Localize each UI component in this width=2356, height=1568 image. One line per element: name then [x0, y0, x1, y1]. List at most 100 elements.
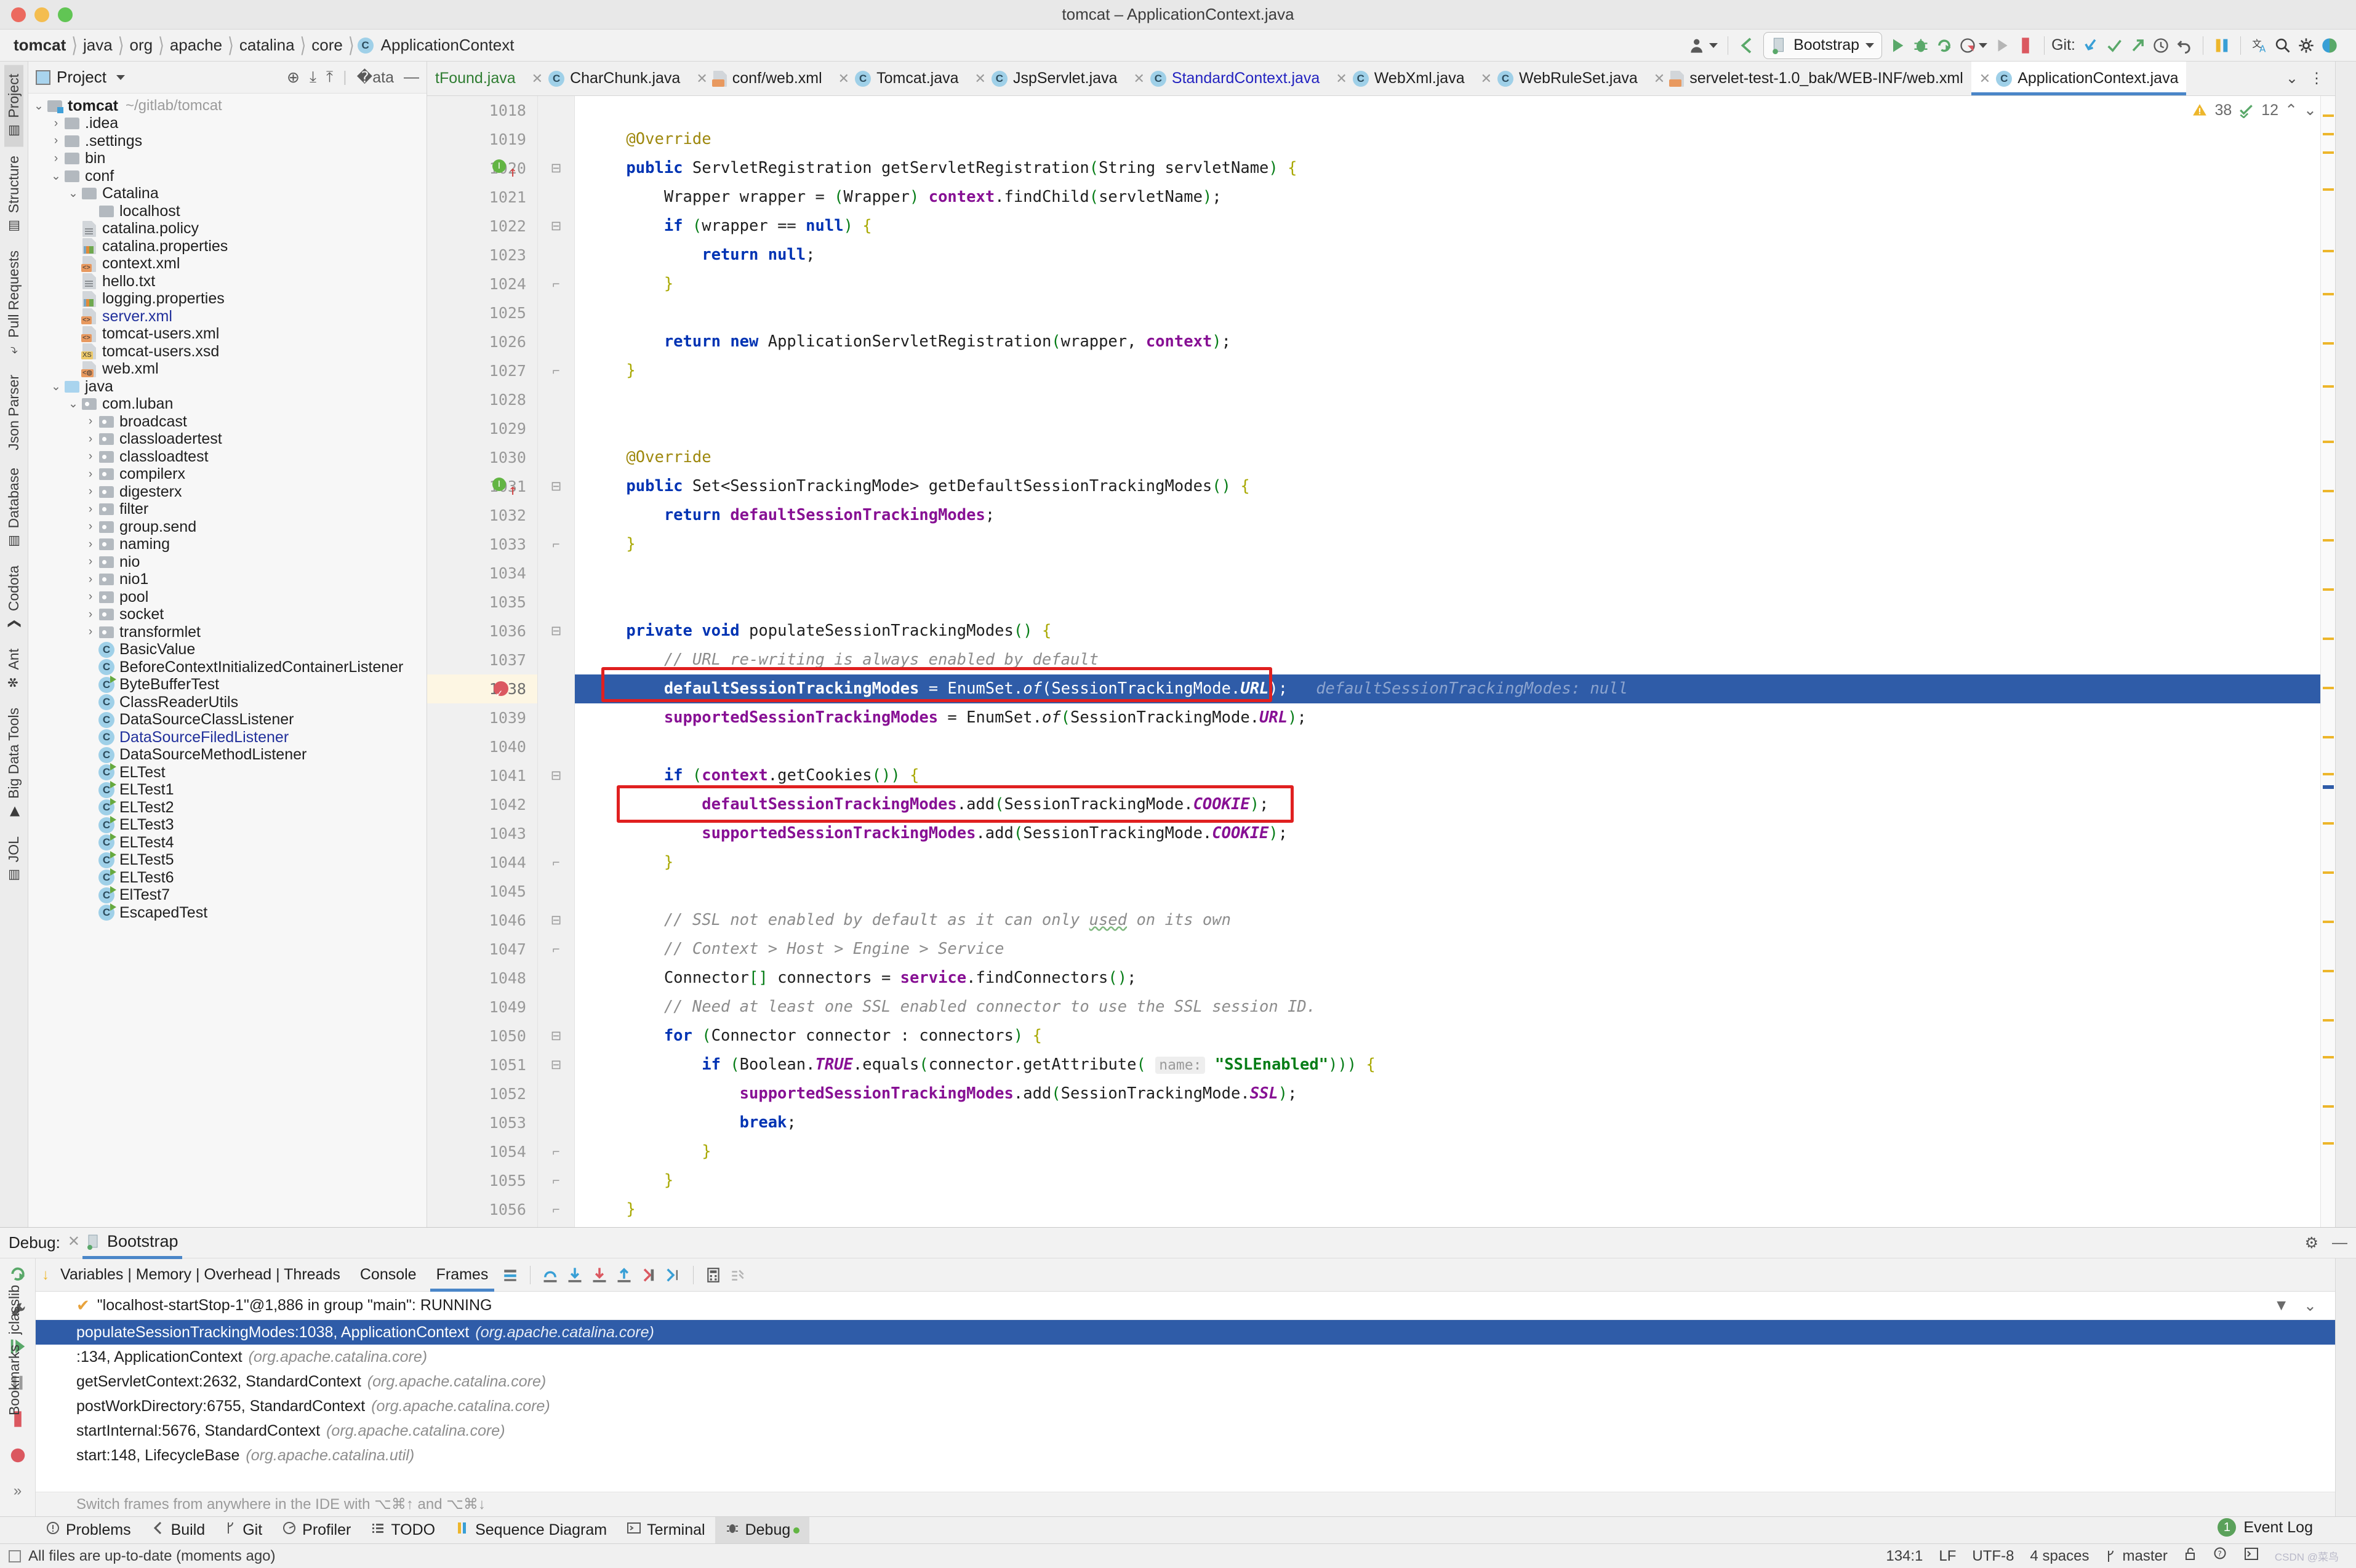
- frame-row[interactable]: populateSessionTrackingModes:1038, Appli…: [36, 1320, 2335, 1345]
- marker-stripe[interactable]: [2323, 539, 2334, 542]
- tool-window-bookmarks[interactable]: Bookmarks: [5, 1340, 24, 1420]
- thread-row[interactable]: ✔ "localhost-startStop-1"@1,886 in group…: [36, 1292, 2335, 1320]
- terminal-icon[interactable]: [2244, 1546, 2259, 1566]
- close-tab-icon[interactable]: ✕: [1133, 71, 1144, 87]
- fold-marker[interactable]: ⌐: [538, 1195, 574, 1224]
- prev-problem-icon[interactable]: ⌃: [2285, 101, 2298, 119]
- code-line-1056[interactable]: }: [588, 1195, 2320, 1224]
- user-avatar-icon[interactable]: [1686, 32, 1721, 59]
- breadcrumb-item-1[interactable]: java: [81, 36, 115, 55]
- fold-marker[interactable]: [538, 1224, 574, 1227]
- fold-marker[interactable]: ⊟: [538, 212, 574, 241]
- fold-marker[interactable]: [538, 414, 574, 443]
- marker-stripe[interactable]: [2323, 250, 2334, 252]
- tree-item-catalina-policy[interactable]: catalina.policy: [28, 220, 427, 238]
- breadcrumb-item-4[interactable]: catalina: [237, 36, 297, 55]
- show-variables-icon[interactable]: ↓: [42, 1266, 49, 1284]
- line-number-1049[interactable]: 1049: [427, 993, 537, 1022]
- line-separator[interactable]: LF: [1939, 1548, 1956, 1565]
- tree-item--idea[interactable]: ›.idea: [28, 115, 427, 133]
- tree-expander-icon[interactable]: ⌄: [66, 397, 80, 411]
- debug-session-name[interactable]: Bootstrap: [107, 1232, 178, 1251]
- close-window-button[interactable]: [11, 7, 26, 22]
- stop-icon[interactable]: [2014, 32, 2037, 59]
- fold-marker[interactable]: [538, 1108, 574, 1137]
- tree-item-web-xml[interactable]: <◍web.xml: [28, 361, 427, 378]
- tree-expander-icon[interactable]: ›: [84, 450, 97, 463]
- step-out-icon[interactable]: [612, 1263, 636, 1287]
- tree-expander-icon[interactable]: ⌄: [66, 186, 80, 201]
- line-number-1038[interactable]: 1038✓: [427, 674, 537, 703]
- git-branch-widget[interactable]: master: [2105, 1548, 2167, 1565]
- run-to-cursor-icon[interactable]: [661, 1263, 686, 1287]
- code-line-1041[interactable]: if (context.getCookies()) {: [588, 761, 2320, 790]
- line-number-1048[interactable]: 1048: [427, 964, 537, 993]
- marker-stripe[interactable]: [2323, 687, 2334, 689]
- back-icon[interactable]: [1735, 32, 1760, 59]
- tree-expander-icon[interactable]: ›: [84, 590, 97, 604]
- code-line-1052[interactable]: supportedSessionTrackingModes.add(Sessio…: [588, 1079, 2320, 1108]
- compare-icon[interactable]: [2210, 32, 2234, 59]
- lock-icon[interactable]: [2184, 1546, 2197, 1566]
- code-line-1049[interactable]: // Need at least one SSL enabled connect…: [588, 993, 2320, 1022]
- tree-item-eltest4[interactable]: CELTest4: [28, 834, 427, 852]
- tree-item-broadcast[interactable]: ›broadcast: [28, 413, 427, 431]
- tree-item-localhost[interactable]: localhost: [28, 202, 427, 220]
- code-line-1018[interactable]: [588, 96, 2320, 125]
- code-line-1037[interactable]: // URL re-writing is always enabled by d…: [588, 646, 2320, 674]
- fold-marker[interactable]: [538, 732, 574, 761]
- fold-marker[interactable]: [538, 674, 574, 703]
- line-number-1020[interactable]: 1020I↑: [427, 154, 537, 183]
- close-tab-icon[interactable]: ✕: [1481, 71, 1492, 87]
- tree-expander-icon[interactable]: ›: [84, 625, 97, 639]
- fold-marker[interactable]: ⌐: [538, 1166, 574, 1195]
- tree-expander-icon[interactable]: ⌄: [32, 99, 46, 113]
- fold-marker[interactable]: ⊟: [538, 761, 574, 790]
- tree-expander-icon[interactable]: ›: [84, 485, 97, 498]
- fold-marker[interactable]: [538, 819, 574, 848]
- tool-window-json-parser[interactable]: Json Parser: [4, 366, 23, 459]
- tree-item-tomcat-users-xsd[interactable]: XStomcat-users.xsd: [28, 343, 427, 361]
- editor-tab-webxml-java[interactable]: ✕CWebXml.java: [1328, 62, 1472, 95]
- tree-item-tomcat[interactable]: ⌄tomcat~/gitlab/tomcat: [28, 97, 427, 115]
- frame-row[interactable]: startInternal:5676, StandardContext(org.…: [36, 1418, 2335, 1443]
- line-number-1042[interactable]: 1042: [427, 790, 537, 819]
- breadcrumb-item-6[interactable]: ApplicationContext: [379, 36, 517, 55]
- search-everywhere-icon[interactable]: [2271, 32, 2294, 59]
- code-line-1031[interactable]: public Set<SessionTrackingMode> getDefau…: [588, 472, 2320, 501]
- fold-marker[interactable]: ⌐: [538, 848, 574, 877]
- tree-expander-icon[interactable]: ⌄: [49, 380, 63, 394]
- fold-marker[interactable]: [538, 241, 574, 270]
- line-number-1047[interactable]: 1047: [427, 935, 537, 964]
- fold-marker[interactable]: [538, 964, 574, 993]
- line-number-1054[interactable]: 1054: [427, 1137, 537, 1166]
- bottom-tab-git[interactable]: Git: [215, 1517, 272, 1544]
- rollback-icon[interactable]: [2173, 32, 2196, 59]
- fold-marker[interactable]: [538, 96, 574, 125]
- tool-window-jol[interactable]: ▤ JOL: [4, 828, 23, 891]
- tree-item-compilerx[interactable]: ›compilerx: [28, 466, 427, 484]
- line-number-1025[interactable]: 1025: [427, 298, 537, 327]
- hide-icon[interactable]: —: [404, 68, 419, 86]
- marker-stripe[interactable]: [2323, 441, 2334, 443]
- line-number-1018[interactable]: 1018: [427, 96, 537, 125]
- close-icon[interactable]: ✕: [68, 1233, 80, 1250]
- layout-settings-icon[interactable]: [498, 1263, 523, 1287]
- line-number-1039[interactable]: 1039: [427, 703, 537, 732]
- step-into-icon[interactable]: [563, 1263, 587, 1287]
- tree-item-nio1[interactable]: ›nio1: [28, 571, 427, 589]
- code-line-1027[interactable]: }: [588, 356, 2320, 385]
- bottom-tab-todo[interactable]: TODO: [361, 1517, 445, 1544]
- tree-item-eltest2[interactable]: CELTest2: [28, 799, 427, 817]
- code-line-1040[interactable]: [588, 732, 2320, 761]
- tree-expander-icon[interactable]: ›: [49, 134, 63, 148]
- tree-item-nio[interactable]: ›nio: [28, 553, 427, 571]
- code-line-1042[interactable]: defaultSessionTrackingModes.add(SessionT…: [588, 790, 2320, 819]
- fold-marker[interactable]: [538, 327, 574, 356]
- tree-item-bytebuffertest[interactable]: CByteBufferTest: [28, 676, 427, 694]
- code-line-1053[interactable]: break;: [588, 1108, 2320, 1137]
- run-configuration-selector[interactable]: Bootstrap: [1763, 32, 1882, 59]
- frame-row[interactable]: postWorkDirectory:6755, StandardContext(…: [36, 1394, 2335, 1418]
- code-line-1055[interactable]: }: [588, 1166, 2320, 1195]
- code-line-1023[interactable]: return null;: [588, 241, 2320, 270]
